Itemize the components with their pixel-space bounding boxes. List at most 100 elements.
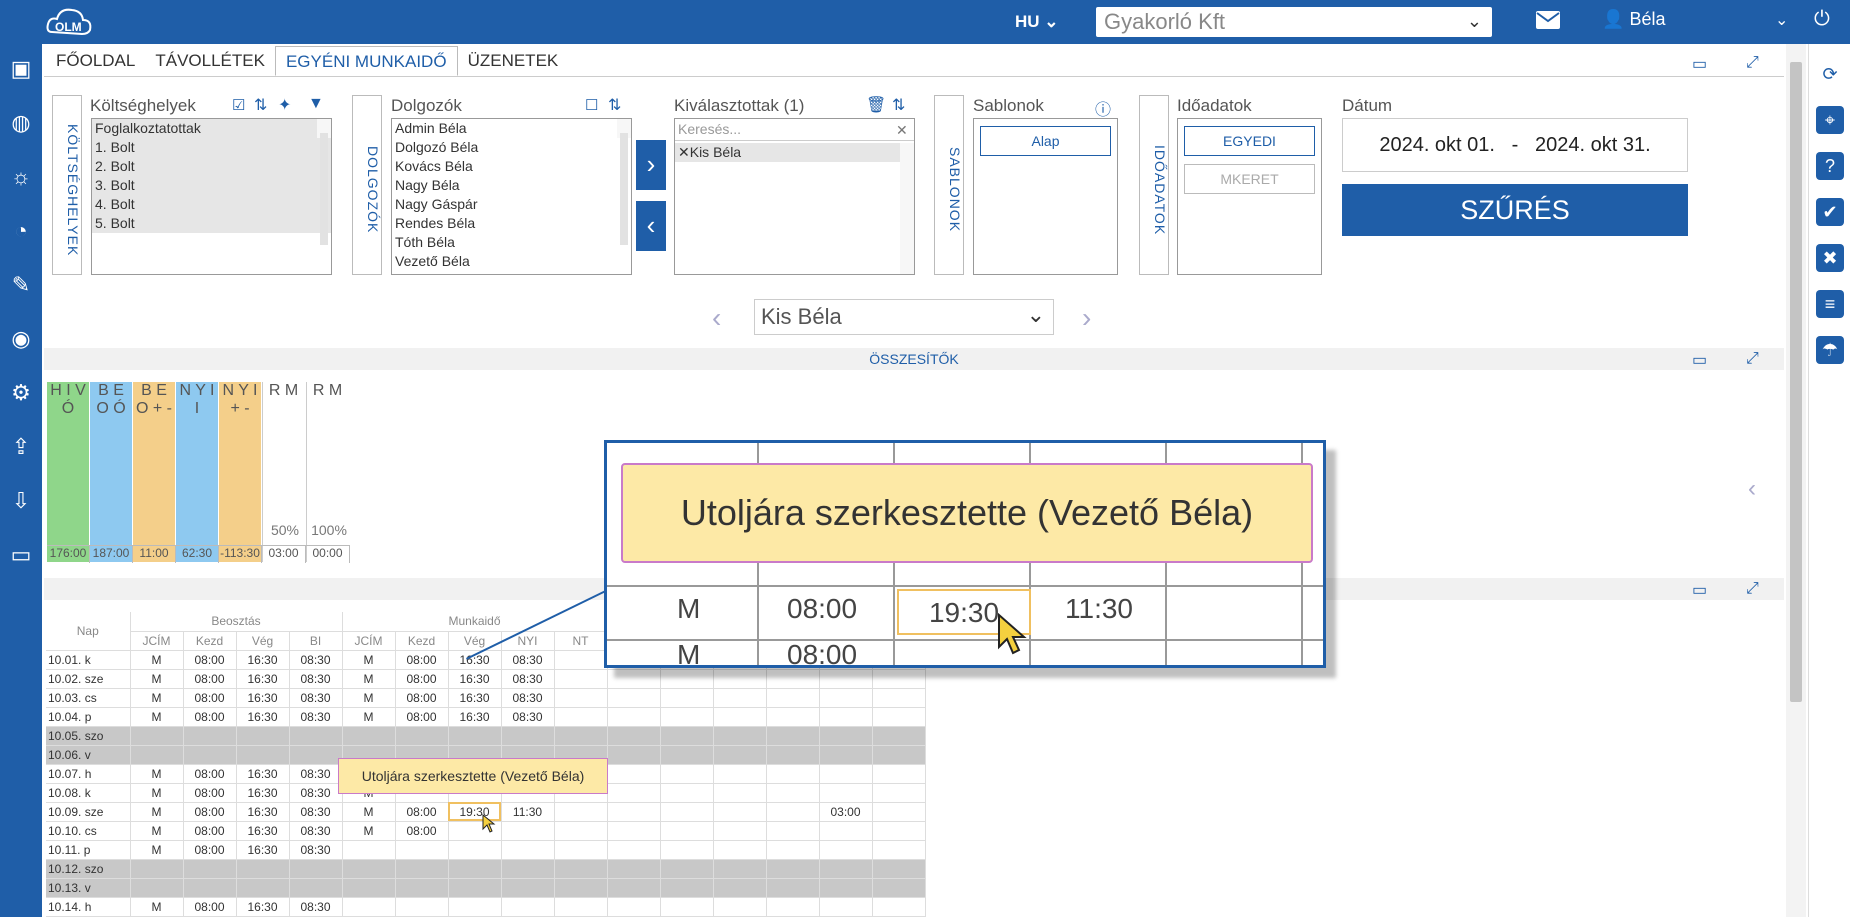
koltseghelyek-list[interactable]: Foglalkoztatottak 1. Bolt 2. Bolt 3. Bol… (91, 118, 332, 275)
vlabel-idoadatok[interactable]: IDŐADATOK (1139, 95, 1169, 275)
grid-cell[interactable] (766, 897, 820, 917)
grid-cell[interactable] (607, 726, 661, 746)
grid-cell[interactable] (660, 840, 714, 860)
grid-cell[interactable]: 08:00 (183, 764, 237, 784)
employee-select[interactable]: Kis Béla ⌄ (754, 299, 1054, 335)
grid-cell[interactable] (395, 859, 449, 879)
vlabel-koltseghelyek[interactable]: KÖLTSÉGHELYEK (52, 95, 82, 275)
grid-cell[interactable] (554, 726, 608, 746)
tab-egyeni-munkaido[interactable]: EGYÉNI MUNKAIDŐ (274, 46, 458, 76)
table-row[interactable]: 10.04. p M 08:00 16:30 08:30 M 08:00 16:30 08:30 (46, 707, 926, 727)
grid-cell[interactable] (872, 745, 926, 765)
grid-cell[interactable] (713, 802, 767, 822)
save-icon[interactable]: ▣ (8, 56, 34, 82)
grid-cell[interactable]: 08:30 (501, 669, 555, 689)
grid-cell[interactable] (660, 764, 714, 784)
grid-cell[interactable]: M (130, 707, 184, 727)
grid-cell[interactable] (607, 688, 661, 708)
refresh-icon[interactable]: ⟳ (1816, 60, 1844, 88)
grid-cell[interactable] (607, 707, 661, 727)
grid-cell[interactable]: 08:00 (183, 669, 237, 689)
tab-uzenetek[interactable]: ÜZENETEK (458, 46, 569, 76)
grid-cell[interactable] (660, 802, 714, 822)
grid-cell[interactable] (766, 726, 820, 746)
grid-cell[interactable] (342, 859, 396, 879)
grid-cell[interactable]: 08:00 (395, 669, 449, 689)
grid-cell[interactable] (660, 821, 714, 841)
grid-cell[interactable] (607, 669, 661, 689)
table-row[interactable]: 10.11. p M 08:00 16:30 08:30 (46, 840, 926, 860)
grid-cell[interactable]: 08:30 (289, 669, 343, 689)
grid-cell[interactable] (819, 878, 873, 898)
list-item[interactable]: Tóth Béla (392, 233, 631, 252)
grid-cell[interactable] (554, 669, 608, 689)
grid-cell[interactable]: 08:30 (289, 764, 343, 784)
grid-cell[interactable] (130, 745, 184, 765)
grid-cell[interactable] (713, 897, 767, 917)
grid-cell[interactable] (501, 878, 555, 898)
grid-cell[interactable]: 16:30 (236, 707, 290, 727)
remove-selected-button[interactable]: ‹ (636, 201, 666, 251)
minimize-icon[interactable]: ▭ (1692, 350, 1707, 370)
minimize-icon[interactable]: ▭ (1692, 54, 1707, 74)
list-item[interactable]: 5. Bolt (92, 214, 331, 233)
magic-wand-icon[interactable]: ✦ (278, 95, 291, 115)
globe-icon[interactable]: ◍ (8, 110, 34, 136)
grid-cell[interactable]: M (130, 897, 184, 917)
grid-cell[interactable]: 08:00 (183, 688, 237, 708)
list-item[interactable]: Foglalkoztatottak (92, 119, 331, 138)
grid-cell[interactable]: 08:30 (289, 821, 343, 841)
grid-cell[interactable]: M (130, 821, 184, 841)
grid-cell[interactable] (554, 707, 608, 727)
grid-cell[interactable] (130, 726, 184, 746)
signal-icon[interactable]: ◉ (8, 326, 34, 352)
grid-cell[interactable] (554, 878, 608, 898)
table-row[interactable]: 10.02. sze M 08:00 16:30 08:30 M 08:00 16:30 08:… (46, 669, 926, 689)
grid-cell[interactable] (766, 688, 820, 708)
help-icon[interactable]: ? (1816, 152, 1844, 180)
grid-cell[interactable] (342, 726, 396, 746)
grid-cell[interactable] (713, 840, 767, 860)
grid-cell[interactable]: M (342, 669, 396, 689)
company-select[interactable]: Gyakorló Kft ⌄ (1096, 7, 1492, 37)
tab-tavolletek[interactable]: TÁVOLLÉTEK (145, 46, 275, 76)
list-scrollbar[interactable] (317, 119, 331, 245)
chevron-right-icon[interactable]: › (1082, 302, 1091, 334)
grid-cell[interactable]: 16:30 (236, 783, 290, 803)
minimize-icon[interactable]: ▭ (1692, 580, 1707, 600)
list-scrollbar[interactable] (617, 119, 631, 245)
grid-cell[interactable] (872, 859, 926, 879)
grid-cell[interactable] (236, 878, 290, 898)
grid-cell[interactable]: M (130, 840, 184, 860)
grid-cell[interactable] (660, 669, 714, 689)
grid-cell[interactable] (183, 745, 237, 765)
grid-cell[interactable] (395, 878, 449, 898)
grid-cell[interactable] (766, 821, 820, 841)
grid-cell[interactable] (236, 726, 290, 746)
grid-cell[interactable] (289, 859, 343, 879)
chevron-down-icon[interactable]: ⌄ (1775, 10, 1788, 30)
grid-cell[interactable]: 08:00 (183, 802, 237, 822)
grid-cell[interactable]: M (130, 764, 184, 784)
grid-cell[interactable] (289, 726, 343, 746)
egyedi-button[interactable]: EGYEDI (1184, 126, 1315, 156)
grid-cell[interactable] (607, 840, 661, 860)
grid-cell[interactable] (819, 669, 873, 689)
tools-icon[interactable]: ✖ (1816, 244, 1844, 272)
grid-cell[interactable]: 08:30 (501, 688, 555, 708)
grid-cell[interactable] (607, 897, 661, 917)
grid-cell[interactable] (872, 726, 926, 746)
grid-cell[interactable] (130, 859, 184, 879)
grid-cell[interactable] (660, 897, 714, 917)
grid-cell[interactable]: 08:00 (183, 707, 237, 727)
grid-cell[interactable]: M (130, 688, 184, 708)
kivalasztottak-list[interactable]: Keresés... ✕Kis Béla (674, 118, 915, 275)
grid-cell[interactable] (236, 859, 290, 879)
grid-cell[interactable]: 08:00 (395, 688, 449, 708)
grid-cell[interactable]: M (342, 821, 396, 841)
grid-cell[interactable] (713, 688, 767, 708)
grid-cell[interactable] (554, 840, 608, 860)
sablon-alap-button[interactable]: Alap (980, 126, 1111, 156)
grid-cell[interactable] (819, 745, 873, 765)
grid-cell[interactable] (236, 745, 290, 765)
